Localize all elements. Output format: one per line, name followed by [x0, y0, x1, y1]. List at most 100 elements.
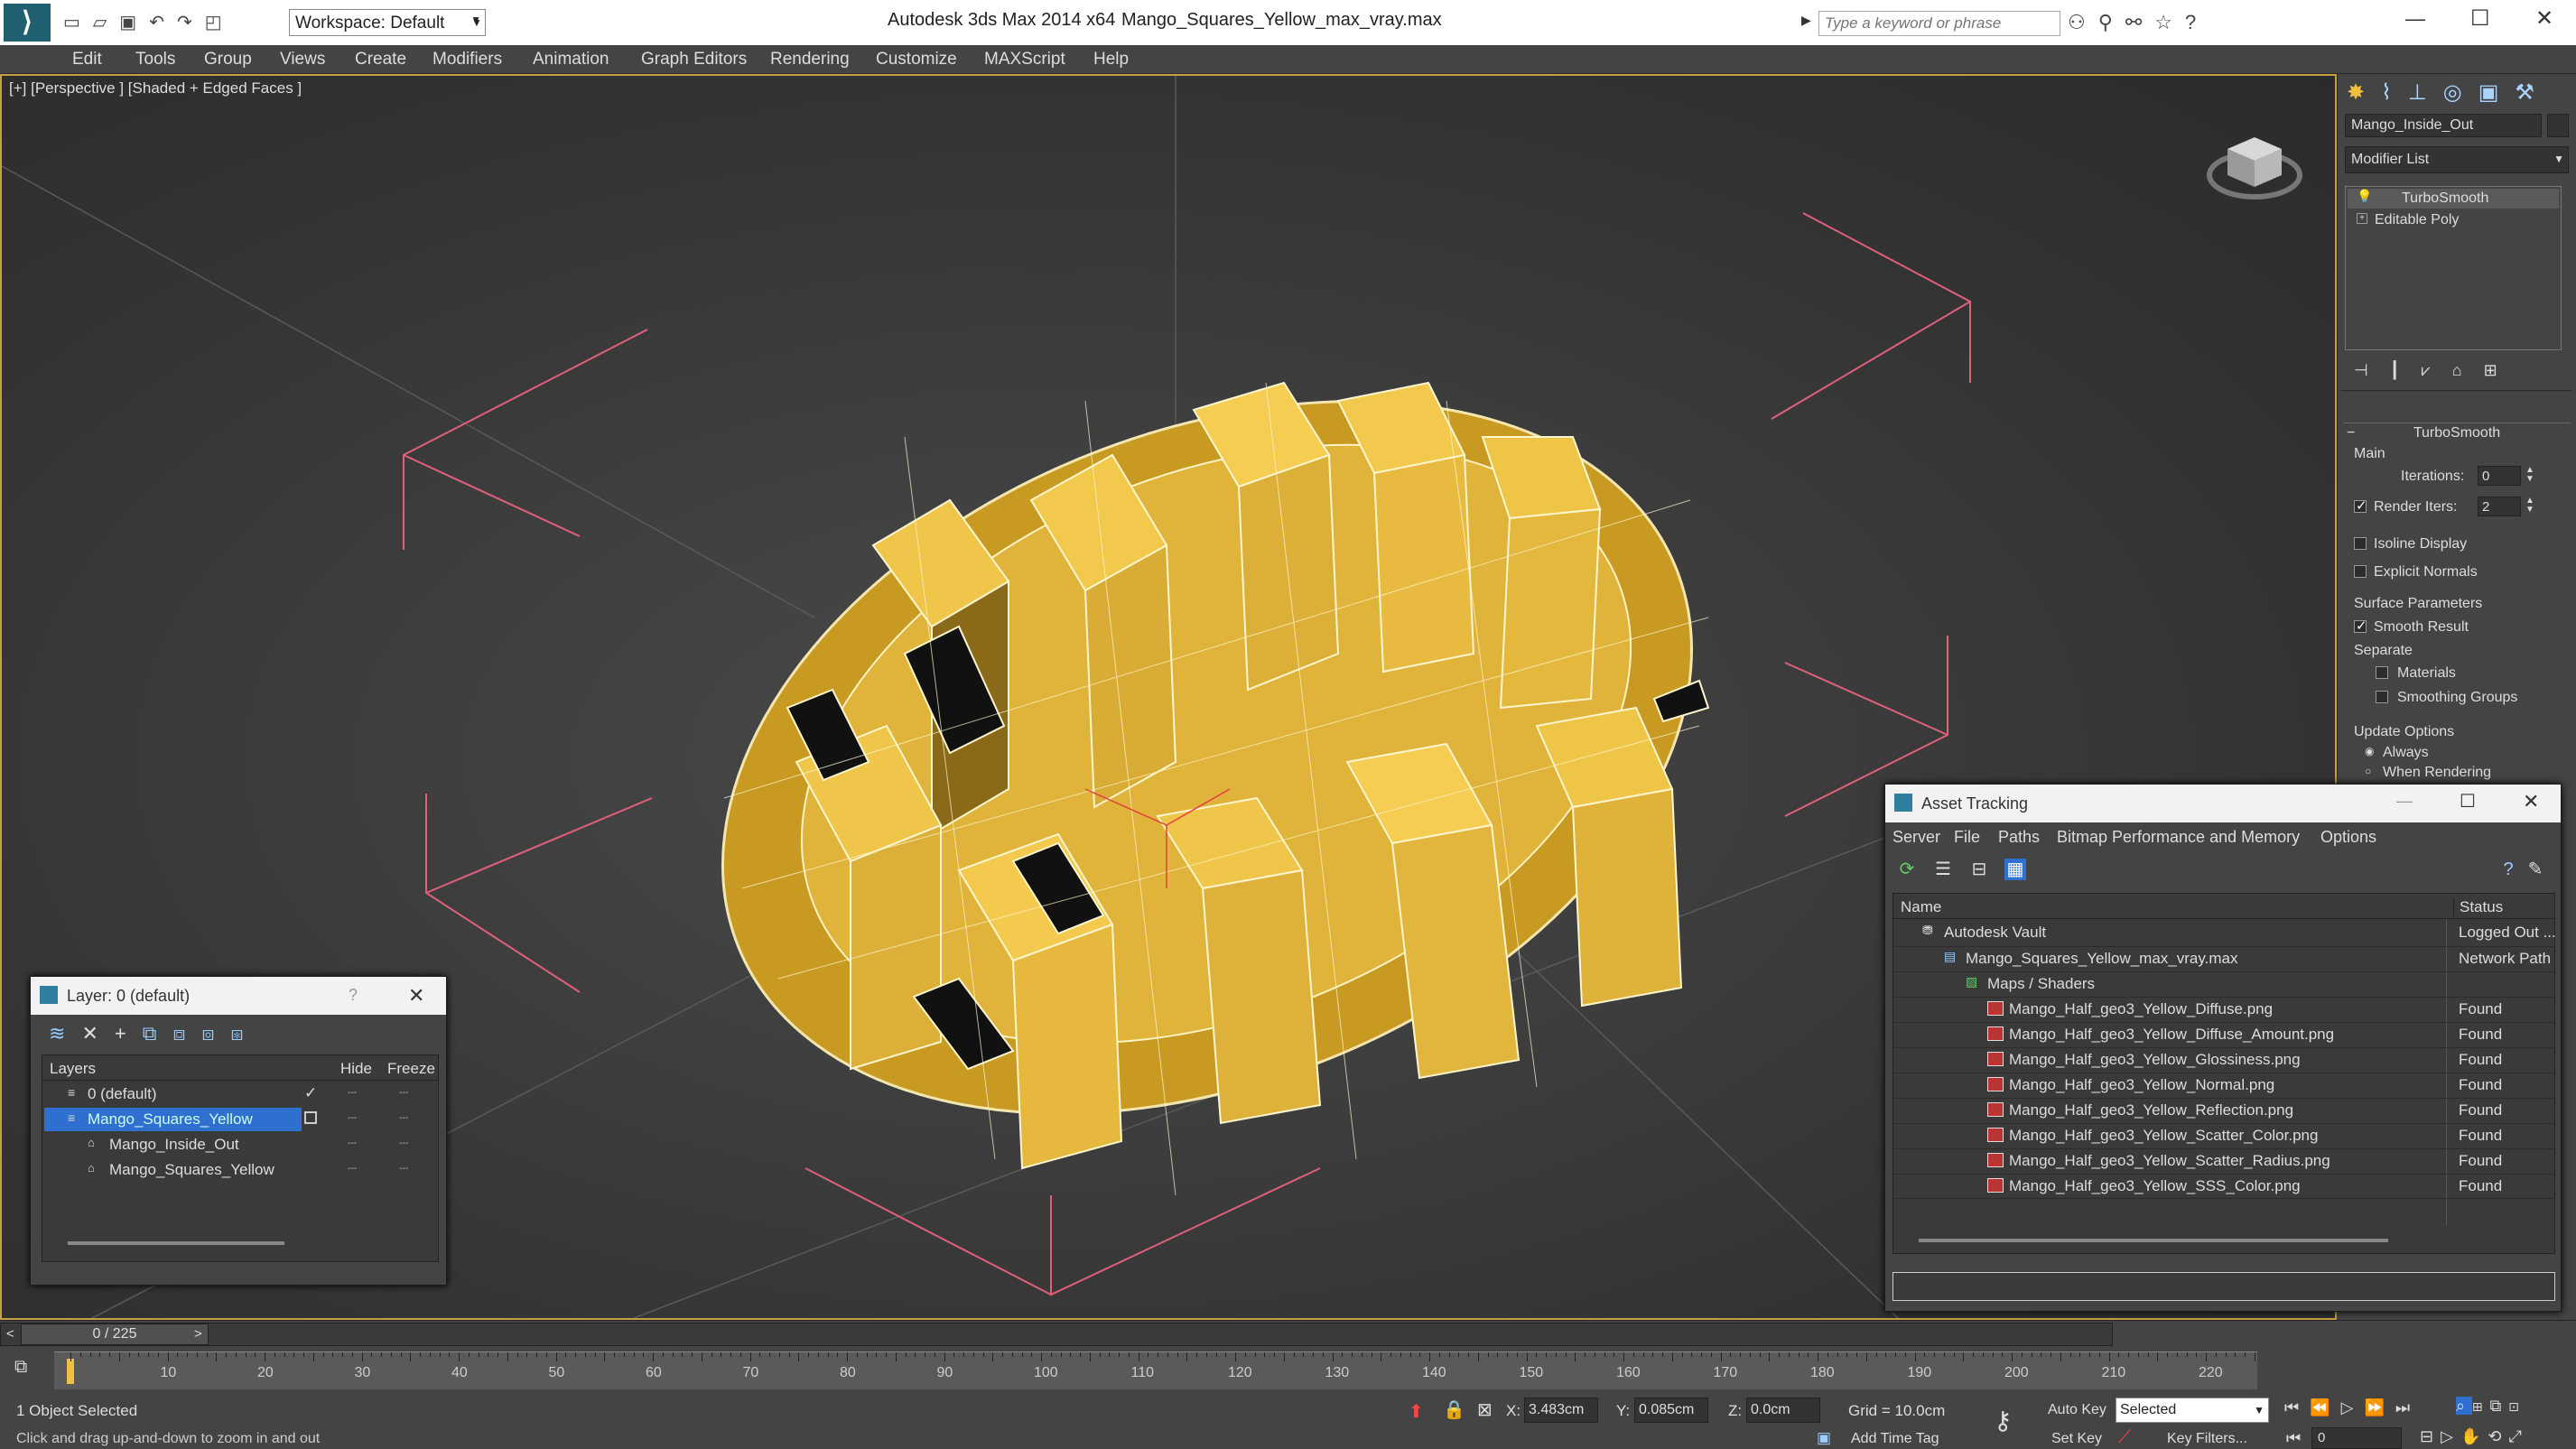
- layer-row[interactable]: ≡ 0 (default) ✓ ┄ ┄: [42, 1082, 438, 1108]
- key-icon[interactable]: ⚷: [1994, 1406, 2013, 1435]
- asset-row[interactable]: Mango_Half_geo3_Yellow_Diffuse.png Found: [1893, 997, 2554, 1022]
- minimize-button[interactable]: —: [2396, 792, 2413, 811]
- close-button[interactable]: ✕: [408, 984, 424, 1008]
- menu-server[interactable]: Server: [1892, 828, 1940, 847]
- freeze-toggle[interactable]: ┄: [399, 1160, 408, 1178]
- horizontal-scrollbar[interactable]: [1919, 1239, 2388, 1242]
- communication-icon[interactable]: ⚯: [2125, 11, 2154, 33]
- x-coordinate-field[interactable]: 3.483cm: [1524, 1398, 1598, 1423]
- remove-modifier-icon[interactable]: ⌂: [2452, 361, 2484, 379]
- time-config-icon[interactable]: ⊟: [2420, 1427, 2441, 1445]
- menu-customize[interactable]: Customize: [876, 50, 957, 70]
- menu-options[interactable]: Options: [2320, 828, 2376, 847]
- current-frame-field[interactable]: 0: [2311, 1427, 2402, 1449]
- stack-item-turbosmooth[interactable]: 💡 TurboSmooth: [2348, 189, 2559, 209]
- help-icon[interactable]: ?: [2497, 859, 2519, 880]
- configure-sets-icon[interactable]: ⊞: [2484, 361, 2519, 379]
- status-column-header[interactable]: Status: [2453, 898, 2503, 916]
- modify-tab-icon[interactable]: ⌇: [2381, 80, 2408, 105]
- horizontal-scrollbar[interactable]: [68, 1241, 284, 1245]
- table-view-icon[interactable]: ▦: [2004, 859, 2026, 880]
- new-file-icon[interactable]: ▭: [63, 13, 93, 33]
- help-icon[interactable]: ?: [2185, 11, 2209, 33]
- next-frame-arrow[interactable]: >: [194, 1326, 202, 1342]
- minimize-button[interactable]: —: [2405, 7, 2425, 31]
- maximize-button[interactable]: ☐: [2470, 5, 2490, 32]
- hide-toggle[interactable]: ┄: [348, 1084, 357, 1102]
- prev-frame-arrow[interactable]: <: [6, 1326, 14, 1342]
- key-mode-toggle-icon[interactable]: ⏮: [2286, 1429, 2301, 1448]
- render-iters-spinner[interactable]: 2: [2478, 497, 2521, 516]
- next-key-icon[interactable]: ⏩: [2364, 1398, 2395, 1416]
- close-button[interactable]: ✕: [2523, 790, 2539, 813]
- asset-row[interactable]: Mango_Half_geo3_Yellow_SSS_Color.png Fou…: [1893, 1174, 2554, 1199]
- expand-icon[interactable]: +: [2357, 213, 2367, 224]
- open-file-icon[interactable]: ▱: [93, 13, 119, 33]
- hide-all-icon[interactable]: ⧇: [201, 1022, 230, 1045]
- menu-modifiers[interactable]: Modifiers: [432, 50, 502, 70]
- render-iters-spinner-arrows[interactable]: ▲ ▼: [2525, 497, 2534, 515]
- hide-toggle[interactable]: ┄: [348, 1135, 357, 1153]
- zoom-all-icon[interactable]: ⊞: [2472, 1397, 2489, 1415]
- always-radio[interactable]: ◉: [2365, 745, 2374, 757]
- object-name-field[interactable]: Mango_Inside_Out: [2345, 114, 2542, 137]
- object-row[interactable]: ⌂ Mango_Inside_Out ┄ ┄: [42, 1133, 438, 1158]
- highlight-icon[interactable]: ✎: [2525, 859, 2546, 880]
- app-logo[interactable]: ⟩: [4, 4, 51, 42]
- y-coordinate-field[interactable]: 0.085cm: [1634, 1398, 1708, 1423]
- freeze-all-icon[interactable]: ⧆: [230, 1022, 259, 1045]
- stack-item-editable-poly[interactable]: + Editable Poly: [2348, 210, 2559, 230]
- refresh-icon[interactable]: ⟳: [1896, 859, 1918, 880]
- maximize-viewport-icon[interactable]: ⤢: [2508, 1427, 2528, 1445]
- menu-group[interactable]: Group: [204, 50, 252, 70]
- viewcube[interactable]: [2205, 119, 2304, 205]
- modifier-list-dropdown[interactable]: Modifier List ▼: [2345, 146, 2569, 173]
- freeze-toggle[interactable]: ┄: [399, 1135, 408, 1153]
- menu-create[interactable]: Create: [355, 50, 406, 70]
- iterations-spinner[interactable]: 0: [2478, 466, 2521, 486]
- asset-row[interactable]: Mango_Half_geo3_Yellow_Glossiness.png Fo…: [1893, 1047, 2554, 1073]
- delete-layer-icon[interactable]: ✕: [81, 1022, 114, 1045]
- search-input[interactable]: [1818, 11, 2060, 36]
- zoom-icon[interactable]: ⌕: [2456, 1397, 2473, 1415]
- layer-row-selected[interactable]: ≡ Mango_Squares_Yellow ┄ ┄: [42, 1108, 438, 1133]
- asset-row-scene[interactable]: ▤ Mango_Squares_Yellow_max_vray.max Netw…: [1893, 946, 2554, 971]
- auto-key-button[interactable]: Auto Key: [2048, 1402, 2106, 1418]
- add-time-tag[interactable]: Add Time Tag: [1851, 1431, 1939, 1447]
- pan-icon[interactable]: ✋: [2460, 1427, 2488, 1445]
- freeze-toggle[interactable]: ┄: [399, 1084, 408, 1102]
- asset-row[interactable]: Mango_Half_geo3_Yellow_Scatter_Radius.pn…: [1893, 1148, 2554, 1174]
- menu-tools[interactable]: Tools: [135, 50, 175, 70]
- menu-animation[interactable]: Animation: [533, 50, 609, 70]
- search-expand-icon[interactable]: ▶: [1801, 13, 1811, 28]
- go-to-end-icon[interactable]: ⏭: [2395, 1398, 2421, 1416]
- asset-row[interactable]: Mango_Half_geo3_Yellow_Reflection.png Fo…: [1893, 1098, 2554, 1123]
- project-icon[interactable]: ◰: [205, 13, 235, 33]
- time-slider[interactable]: < 0 / 225 >: [0, 1323, 2113, 1346]
- smooth-result-checkbox[interactable]: [2354, 618, 2367, 634]
- curve-editor-toggle[interactable]: ⧉: [14, 1357, 27, 1378]
- utilities-tab-icon[interactable]: ⚒: [2515, 80, 2551, 105]
- orbit-icon[interactable]: ⟲: [2488, 1427, 2508, 1445]
- fov-icon[interactable]: ▷: [2441, 1427, 2460, 1445]
- help-button[interactable]: ?: [349, 986, 358, 1005]
- hierarchy-tab-icon[interactable]: ⊥: [2408, 80, 2443, 105]
- list-view-icon[interactable]: ☰: [1932, 859, 1954, 880]
- object-color-swatch[interactable]: [2547, 114, 2569, 137]
- show-end-result-icon[interactable]: ┃: [2390, 361, 2422, 379]
- hide-column-header[interactable]: Hide: [340, 1060, 372, 1078]
- highlight-layer-icon[interactable]: ⧈: [172, 1022, 201, 1045]
- close-button[interactable]: ✕: [2535, 5, 2553, 32]
- add-to-layer-icon[interactable]: +: [115, 1022, 143, 1045]
- set-key-button[interactable]: Set Key: [2051, 1431, 2102, 1447]
- menu-paths[interactable]: Paths: [1998, 828, 2040, 847]
- favorites-icon[interactable]: ☆: [2154, 11, 2185, 33]
- go-to-start-icon[interactable]: ⏮: [2284, 1398, 2310, 1416]
- layers-column-header[interactable]: Layers: [50, 1060, 96, 1078]
- undo-icon[interactable]: ↶: [149, 13, 177, 33]
- asset-path-field[interactable]: [1892, 1272, 2555, 1301]
- isoline-display-checkbox[interactable]: [2354, 537, 2367, 550]
- asset-row[interactable]: Mango_Half_geo3_Yellow_Scatter_Color.png…: [1893, 1123, 2554, 1148]
- explicit-normals-checkbox[interactable]: [2354, 565, 2367, 578]
- asset-row-folder[interactable]: ▨ Maps / Shaders: [1893, 971, 2554, 997]
